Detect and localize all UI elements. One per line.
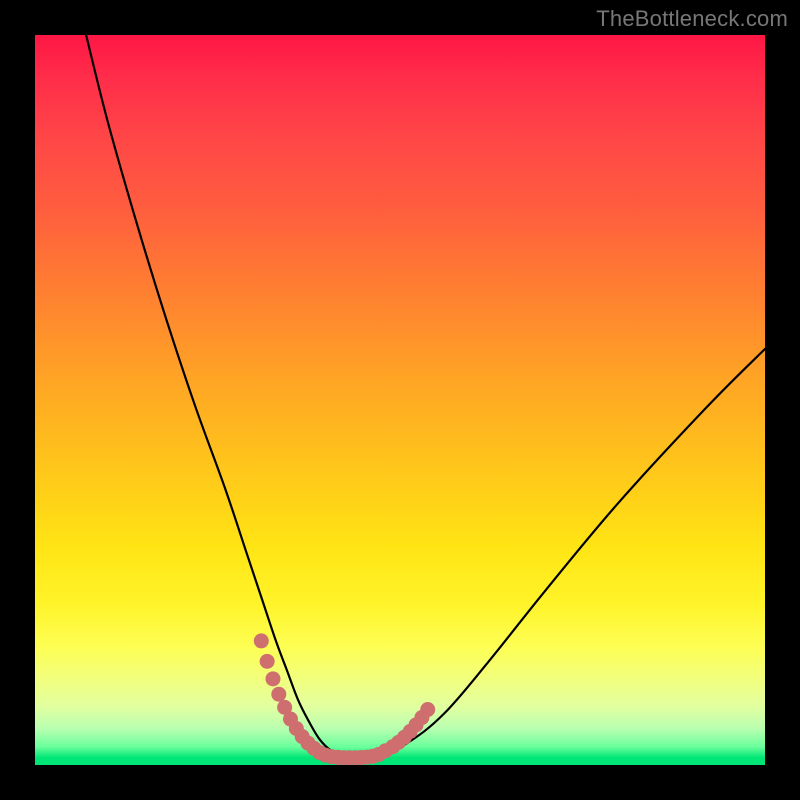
- bottleneck-curve: [86, 35, 765, 758]
- valley-highlight-bottom: [330, 743, 392, 765]
- bottleneck-chart: [35, 35, 765, 765]
- watermark-text: TheBottleneck.com: [596, 6, 788, 32]
- highlight-dot: [254, 633, 269, 648]
- chart-frame: TheBottleneck.com: [0, 0, 800, 800]
- highlight-dot: [420, 702, 435, 717]
- valley-highlight-left: [254, 633, 346, 764]
- highlight-dot: [265, 671, 280, 686]
- highlight-dot: [260, 654, 275, 669]
- highlight-dot: [271, 687, 286, 702]
- plot-area: [35, 35, 765, 765]
